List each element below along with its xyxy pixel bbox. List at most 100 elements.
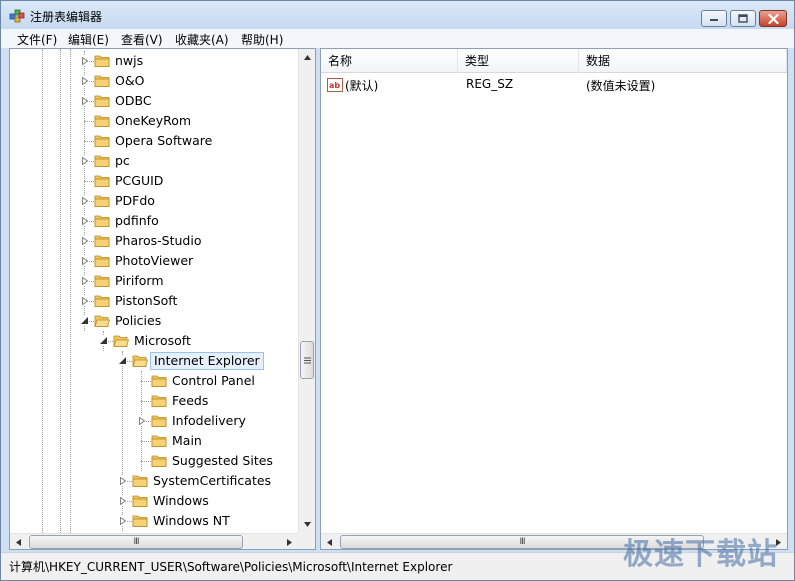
column-header-data[interactable]: 数据	[579, 49, 787, 73]
menu-help[interactable]: 帮助(H)	[239, 31, 285, 48]
tree-node-label: nwjs	[115, 53, 144, 68]
folder-icon	[94, 55, 110, 67]
tree-node[interactable]: Piriform	[10, 271, 298, 291]
tree-vertical-scrollbar[interactable]	[298, 49, 315, 533]
tree-node[interactable]: pdfinfo	[10, 211, 298, 231]
tree-vertical-scroll-thumb[interactable]	[300, 341, 314, 379]
registry-values-list[interactable]: 名称 类型 数据 ab (默认) REG_SZ (数值未设置) III	[320, 48, 788, 550]
close-button[interactable]	[759, 10, 787, 27]
collapse-arrow-icon[interactable]	[118, 356, 127, 365]
tree-node[interactable]: Windows NT	[10, 511, 298, 531]
tree-node[interactable]: Microsoft	[10, 331, 298, 351]
tree-node[interactable]: PCGUID	[10, 171, 298, 191]
tree-horizontal-scrollbar[interactable]: III	[10, 533, 298, 549]
menu-file[interactable]: 文件(F)	[15, 31, 59, 48]
tree-node-label: pc	[115, 153, 130, 168]
expand-arrow-icon[interactable]	[80, 296, 89, 305]
minimize-icon	[710, 18, 718, 21]
expand-arrow-icon[interactable]	[80, 196, 89, 205]
tree-node[interactable]: SystemCertificates	[10, 471, 298, 491]
tree-node-label: Infodelivery	[172, 413, 246, 428]
tree-node[interactable]: Opera Software	[10, 131, 298, 151]
scroll-up-button[interactable]	[299, 49, 315, 66]
tree-node-label: Piriform	[115, 273, 164, 288]
maximize-button[interactable]	[730, 10, 756, 27]
tree-node[interactable]: OneKeyRom	[10, 111, 298, 131]
value-type: REG_SZ	[466, 77, 514, 91]
tree-node-label: Pharos-Studio	[115, 233, 202, 248]
tree-node[interactable]: Control Panel	[10, 371, 298, 391]
folder-icon	[132, 495, 148, 507]
tree-node[interactable]: pc	[10, 151, 298, 171]
arrow-left-icon	[327, 539, 332, 546]
tree-node-label: Windows	[153, 493, 209, 508]
tree-node-label: Policies	[115, 313, 162, 328]
collapse-arrow-icon[interactable]	[80, 316, 89, 325]
tree-node-label: ODBC	[115, 93, 152, 108]
tree-horizontal-scroll-thumb[interactable]: III	[29, 535, 243, 549]
tree-node-label: Internet Explorer	[150, 352, 264, 370]
expand-arrow-icon[interactable]	[80, 256, 89, 265]
tree-node-label: OneKeyRom	[115, 113, 192, 128]
column-header-name[interactable]: 名称	[321, 49, 458, 73]
tree-node-label: SystemCertificates	[153, 473, 272, 488]
column-header-type[interactable]: 类型	[458, 49, 579, 73]
expand-arrow-icon[interactable]	[118, 476, 127, 485]
tree-node[interactable]: PhotoViewer	[10, 251, 298, 271]
scroll-right-button[interactable]	[281, 534, 298, 549]
expand-arrow-icon[interactable]	[80, 236, 89, 245]
list-scroll-left-button[interactable]	[321, 534, 338, 549]
tree-node[interactable]: Feeds	[10, 391, 298, 411]
window-title: 注册表编辑器	[30, 10, 103, 24]
regedit-window: 注册表编辑器 文件(F) 编辑(E) 查看(V) 收藏夹(A) 帮助(H) nw…	[0, 0, 795, 581]
tree-node[interactable]: O&O	[10, 71, 298, 91]
tree-node-label: Main	[172, 433, 202, 448]
tree-node[interactable]: Windows	[10, 491, 298, 511]
tree-node[interactable]: Internet Explorer	[10, 351, 298, 371]
expand-arrow-icon[interactable]	[80, 276, 89, 285]
tree-node[interactable]: Policies	[10, 311, 298, 331]
folder-icon	[151, 395, 167, 407]
expand-arrow-icon[interactable]	[80, 216, 89, 225]
table-row[interactable]: ab (默认) REG_SZ (数值未设置)	[321, 75, 787, 95]
tree-node-label: PCGUID	[115, 173, 164, 188]
expand-arrow-icon[interactable]	[80, 76, 89, 85]
expand-arrow-icon[interactable]	[118, 496, 127, 505]
folder-icon	[94, 135, 110, 147]
string-value-icon: ab	[327, 78, 343, 92]
folder-icon	[151, 435, 167, 447]
tree-node[interactable]: Pharos-Studio	[10, 231, 298, 251]
tree-node[interactable]: ODBC	[10, 91, 298, 111]
list-scroll-grip: III	[519, 536, 526, 547]
grip-icon	[303, 357, 311, 363]
expand-arrow-icon[interactable]	[137, 416, 146, 425]
tree-node[interactable]: PDFdo	[10, 191, 298, 211]
scroll-down-button[interactable]	[299, 516, 315, 533]
tree-node[interactable]: PistonSoft	[10, 291, 298, 311]
tree-node[interactable]: Main	[10, 431, 298, 451]
arrow-up-icon	[304, 55, 311, 60]
tree-node[interactable]: Infodelivery	[10, 411, 298, 431]
tree-node[interactable]: Suggested Sites	[10, 451, 298, 471]
expand-arrow-icon[interactable]	[80, 156, 89, 165]
folder-icon	[94, 255, 110, 267]
tree-rows: nwjs O&O ODBC OneKeyRom Opera Software pc PCGU…	[10, 49, 298, 533]
close-icon	[767, 13, 779, 24]
collapse-arrow-icon[interactable]	[99, 336, 108, 345]
expand-arrow-icon[interactable]	[80, 56, 89, 65]
folder-icon	[113, 335, 129, 347]
folder-icon	[94, 295, 110, 307]
menu-favorites[interactable]: 收藏夹(A)	[173, 31, 231, 48]
minimize-button[interactable]	[701, 10, 727, 27]
folder-icon	[151, 375, 167, 387]
scroll-left-button[interactable]	[10, 534, 27, 549]
menu-view[interactable]: 查看(V)	[119, 31, 165, 48]
menu-edit[interactable]: 编辑(E)	[66, 31, 111, 48]
expand-arrow-icon[interactable]	[118, 516, 127, 525]
arrow-right-icon	[287, 539, 292, 546]
expand-arrow-icon[interactable]	[80, 96, 89, 105]
registry-key-tree[interactable]: nwjs O&O ODBC OneKeyRom Opera Software pc PCGU…	[9, 48, 316, 550]
folder-icon	[94, 215, 110, 227]
tree-node[interactable]: nwjs	[10, 51, 298, 71]
folder-icon	[94, 115, 110, 127]
